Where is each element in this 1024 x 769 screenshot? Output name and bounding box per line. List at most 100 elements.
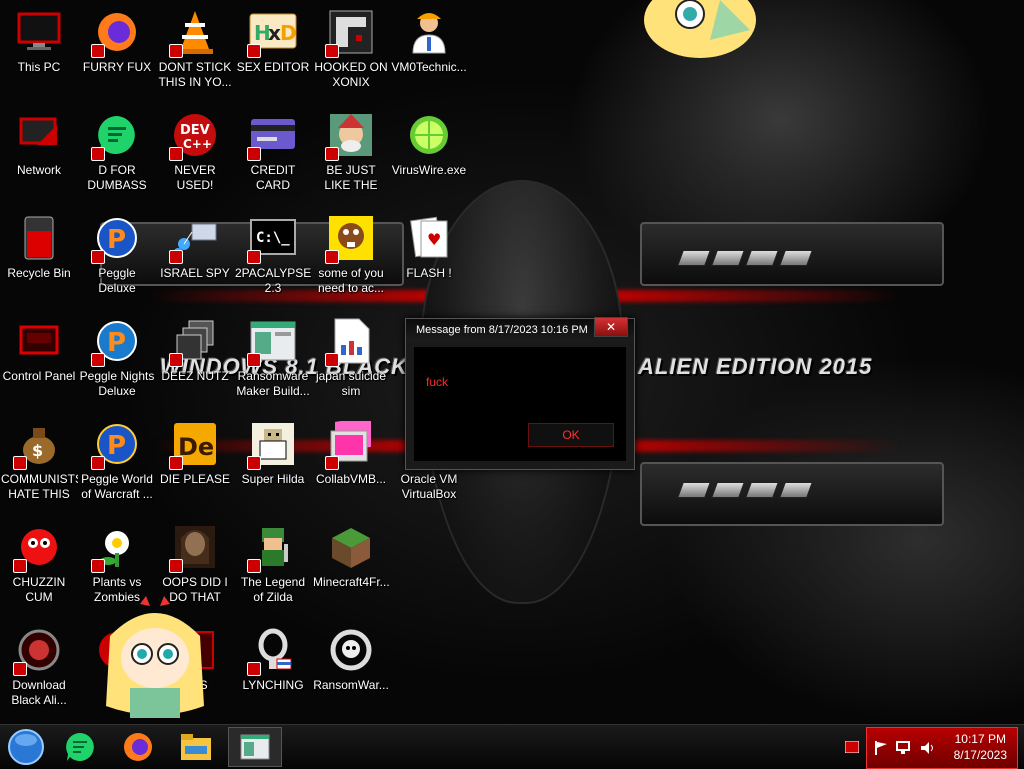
icon-label: DIE PLEASE	[159, 472, 231, 486]
dialog-titlebar[interactable]: Message from 8/17/2023 10:16 PM ✕	[406, 317, 634, 341]
desktop-icon-minecraft[interactable]: Minecraft4Fr...	[312, 517, 390, 617]
desktop-icon-some-of-you[interactable]: some of you need to ac...	[312, 208, 390, 308]
chat-bubble-icon	[91, 111, 141, 161]
desktop-icon-collabvm[interactable]: CollabVMB...	[312, 414, 390, 514]
icon-label: CollabVMB...	[315, 472, 387, 486]
desktop-icon-never-used[interactable]: DEV C++ NEVER USED!	[156, 105, 234, 205]
pixel-character-icon	[247, 420, 297, 470]
desktop-icon-hooked-on-xonix[interactable]: HOOKED ON XONIX	[312, 2, 390, 102]
portrait-icon	[169, 523, 219, 573]
beaver-icon	[325, 214, 375, 264]
elf-character-icon	[325, 111, 375, 161]
icon-label: Minecraft4Fr...	[313, 575, 390, 589]
taskbar-file-explorer[interactable]	[176, 729, 216, 765]
icon-label: Control Panel	[2, 369, 76, 383]
desktop-icon-this-pc[interactable]: This PC	[0, 2, 78, 102]
icon-label: This PC	[17, 60, 61, 74]
volume-icon[interactable]	[919, 740, 937, 756]
desktop-icon-2pacalypse[interactable]: C:\_ 2PACALYPSE 2.3	[234, 208, 312, 308]
minecraft-block-icon	[327, 523, 375, 571]
svg-text:P: P	[107, 225, 126, 255]
playing-cards-icon: ♥	[405, 214, 453, 262]
taskbar-active-window[interactable]	[228, 727, 282, 767]
desktop-icon-ransomware-maker[interactable]: Ransomware Maker Build...	[234, 311, 312, 411]
icon-label: japan suicide sim	[315, 369, 387, 398]
start-button[interactable]	[6, 729, 46, 765]
svg-text:C++: C++	[183, 137, 212, 151]
hxd-editor-icon: HxD	[247, 8, 297, 58]
network-icon	[15, 111, 63, 159]
network-icon[interactable]	[895, 740, 911, 756]
close-button[interactable]: ✕	[594, 317, 628, 337]
desktop-icon-network[interactable]: Network	[0, 105, 78, 205]
icon-label: RansomWar...	[313, 678, 389, 692]
die-icon: De	[169, 420, 219, 470]
svg-text:DEV: DEV	[180, 123, 210, 138]
svg-text:C:\_: C:\_	[256, 230, 290, 246]
star-butterfly-sticker-bottom	[100, 596, 210, 720]
clock[interactable]: 10:17 PM 8/17/2023	[954, 731, 1007, 763]
chuzzle-icon	[13, 523, 63, 573]
desktop-icon-communists[interactable]: $ COMMUNISTS HATE THIS G...	[0, 414, 78, 514]
taskbar-chat-app[interactable]	[60, 729, 100, 765]
desktop-icon-lynching[interactable]: LYNCHING	[234, 620, 312, 720]
taskbar: 10:17 PM 8/17/2023	[0, 724, 1024, 769]
icon-label: D FOR DUMBASS	[87, 163, 147, 192]
icon-label: Peggle World of Warcraft ...	[81, 472, 153, 501]
wallpaper-slats-lower	[677, 482, 813, 498]
svg-text:♥: ♥	[427, 230, 441, 249]
icon-label: LYNCHING	[242, 678, 304, 692]
start-orb-icon	[8, 729, 44, 765]
peggle-icon: P	[91, 317, 141, 367]
desktop-icon-dont-stick-this[interactable]: DONT STICK THIS IN YO...	[156, 2, 234, 102]
desktop-icon-peggle-wow[interactable]: P Peggle World of Warcraft ...	[78, 414, 156, 514]
icon-label: 2PACALYPSE 2.3	[235, 266, 312, 295]
firefox-icon	[124, 733, 152, 761]
icon-label: Ransomware Maker Build...	[236, 369, 310, 398]
taskbar-firefox[interactable]	[118, 729, 158, 765]
tray-overflow-icon[interactable]	[842, 729, 862, 765]
desktop-icon-vm0technic[interactable]: VM0Technic...	[390, 2, 468, 102]
desktop-icon-control-panel[interactable]: Control Panel	[0, 311, 78, 411]
desktop-icon-israel-spy[interactable]: ISRAEL SPY	[156, 208, 234, 308]
desktop[interactable]: WINDOWS 8.1 BLACK PRO ALIEN EDITION 2015…	[0, 0, 1024, 724]
message-dialog[interactable]: Message from 8/17/2023 10:16 PM ✕ fuck O…	[405, 317, 635, 470]
svg-text:D: D	[280, 21, 297, 45]
desktop-icon-viruswire[interactable]: VirusWire.exe	[390, 105, 468, 205]
document-icon	[325, 317, 375, 367]
terminal-icon: C:\_	[247, 214, 297, 264]
ok-button[interactable]: OK	[528, 423, 614, 447]
alien-orb-icon	[13, 626, 63, 676]
desktop-icon-peggle-nights[interactable]: P Peggle Nights Deluxe	[78, 311, 156, 411]
icon-label: ISRAEL SPY	[160, 266, 230, 280]
desktop-icon-recycle-bin[interactable]: Recycle Bin	[0, 208, 78, 308]
clock-time: 10:17 PM	[954, 732, 1006, 746]
system-tray: 10:17 PM 8/17/2023	[866, 727, 1018, 769]
zelda-character-icon	[247, 523, 297, 573]
icon-label: Peggle Deluxe	[98, 266, 136, 295]
xonix-game-icon	[325, 8, 375, 58]
wallpaper-title-right: ALIEN EDITION 2015	[638, 354, 873, 379]
desktop-icon-deez-nutz[interactable]: DEEZ NUTZ	[156, 311, 234, 411]
desktop-icon-peggle-deluxe[interactable]: P Peggle Deluxe	[78, 208, 156, 308]
desktop-icon-flash[interactable]: ♥ FLASH !	[390, 208, 468, 308]
firefox-icon	[91, 8, 141, 58]
desktop-icon-super-hilda[interactable]: Super Hilda	[234, 414, 312, 514]
icon-label: DEEZ NUTZ	[161, 369, 229, 383]
icon-label: Super Hilda	[241, 472, 305, 486]
desktop-icon-furry-fux[interactable]: FURRY FUX	[78, 2, 156, 102]
dialog-message: fuck	[426, 375, 449, 389]
desktop-icon-japan-suicide-sim[interactable]: japan suicide sim	[312, 311, 390, 411]
desktop-icon-d-for-dumbass[interactable]: D FOR DUMBASS	[78, 105, 156, 205]
flag-icon[interactable]	[873, 740, 889, 756]
desktop-icon-be-just-like-the-dude[interactable]: BE JUST LIKE THE DUDE!	[312, 105, 390, 205]
desktop-icon-sex-editor[interactable]: HxD SEX EDITOR	[234, 2, 312, 102]
desktop-icon-ransomwar[interactable]: RansomWar...	[312, 620, 390, 720]
desktop-icon-download-black-alien[interactable]: Download Black Ali...	[0, 620, 78, 720]
desktop-icon-chuzzin[interactable]: CHUZZIN CUM	[0, 517, 78, 617]
icon-label: Recycle Bin	[7, 266, 71, 280]
desktop-icon-die-please[interactable]: De DIE PLEASE	[156, 414, 234, 514]
desktop-icon-credit-card-checker[interactable]: CREDIT CARD CHECKER	[234, 105, 312, 205]
desktop-icon-legend-of-zilda[interactable]: The Legend of Zilda	[234, 517, 312, 617]
doctor-person-icon	[405, 8, 453, 56]
